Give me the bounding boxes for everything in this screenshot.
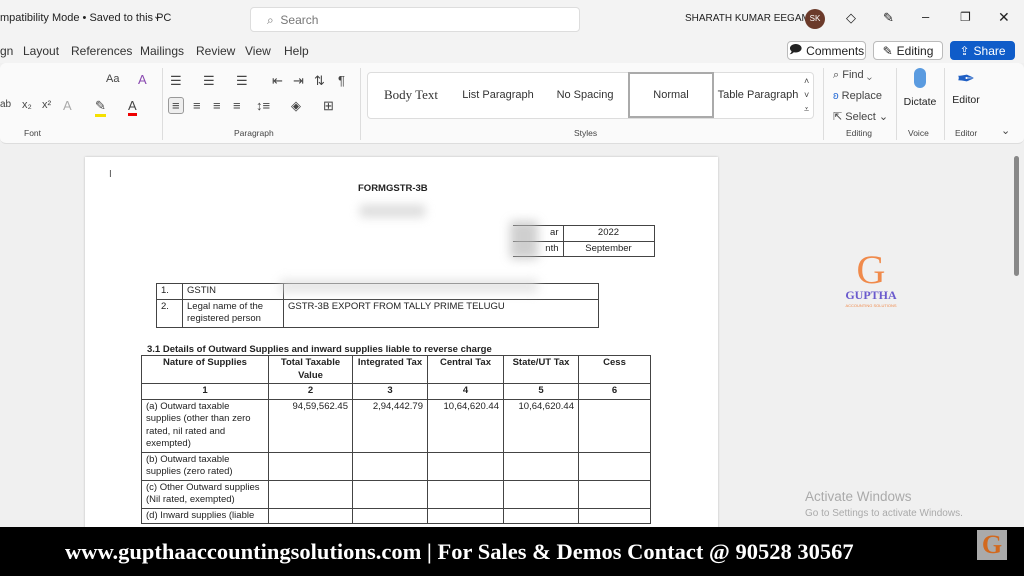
editor-pen-icon: ✒ bbox=[956, 66, 976, 91]
comment-icon: 🗩 bbox=[788, 42, 803, 56]
text-cursor: I bbox=[109, 169, 112, 180]
title-bar: mpatibility Mode • Saved to this PC ⌄ ⌕ … bbox=[0, 0, 1024, 38]
style-body-text[interactable]: Body Text bbox=[375, 72, 447, 118]
select-button[interactable]: ⇱ Select ⌄ bbox=[833, 110, 888, 123]
guptha-logo: G GUPTHA ACCOUNTING SOLUTIONS bbox=[836, 247, 906, 309]
user-name: SHARATH KUMAR EEGAM bbox=[685, 13, 810, 24]
highlight-icon[interactable]: ✎ bbox=[95, 98, 106, 117]
tab-help[interactable]: Help bbox=[284, 44, 309, 58]
style-table-paragraph[interactable]: Table Paragraph bbox=[716, 72, 800, 118]
legal-name-value: GSTR-3B EXPORT FROM TALLY PRIME TELUGU bbox=[283, 298, 599, 328]
group-editing: Editing bbox=[846, 128, 872, 138]
justify-icon[interactable]: ≡ bbox=[233, 98, 241, 113]
bullets-icon[interactable]: ☰ bbox=[170, 73, 182, 89]
editing-mode-button[interactable]: ✎ Editing bbox=[873, 41, 943, 60]
vertical-scrollbar[interactable] bbox=[1013, 150, 1021, 520]
strikethrough-icon[interactable]: ab bbox=[0, 99, 11, 110]
dictate-button[interactable]: Dictate bbox=[902, 68, 938, 108]
search-input[interactable]: ⌕ Search bbox=[250, 7, 580, 32]
promo-banner: www.gupthaaccountingsolutions.com | For … bbox=[0, 527, 1024, 576]
close-icon[interactable]: ✕ bbox=[998, 9, 1010, 26]
chevron-down-icon[interactable]: ⌄ bbox=[153, 11, 161, 22]
change-case-button[interactable]: Aa bbox=[106, 73, 119, 85]
doc-status[interactable]: mpatibility Mode • Saved to this PC bbox=[0, 12, 171, 24]
year-value: 2022 bbox=[562, 225, 655, 242]
logo-g-icon: G bbox=[856, 247, 886, 292]
logo-tagline: ACCOUNTING SOLUTIONS bbox=[845, 303, 897, 308]
shading-icon[interactable]: ◈ bbox=[291, 98, 301, 114]
table-row: (a) Outward taxable supplies (other than… bbox=[141, 398, 651, 453]
group-editor: Editor bbox=[955, 128, 978, 138]
scrollbar-thumb[interactable] bbox=[1014, 156, 1019, 276]
subscript-icon[interactable]: x₂ bbox=[22, 99, 32, 111]
minimize-icon[interactable]: – bbox=[922, 9, 929, 24]
promo-text: www.gupthaaccountingsolutions.com | For … bbox=[65, 538, 854, 564]
month-value: September bbox=[562, 240, 655, 257]
increase-indent-icon[interactable]: ⇥ bbox=[293, 73, 304, 89]
replace-button[interactable]: ʚ Replace bbox=[833, 90, 882, 102]
avatar[interactable]: SK bbox=[805, 9, 825, 29]
tab-view[interactable]: View bbox=[245, 44, 271, 58]
share-button[interactable]: ⇪ Share bbox=[950, 41, 1015, 60]
section-heading: 3.1 Details of Outward Supplies and inwa… bbox=[147, 344, 492, 355]
logo-icon: G bbox=[977, 530, 1007, 560]
styles-scroll-icon[interactable]: ˄ ˅ ⩡ bbox=[804, 74, 809, 116]
find-button[interactable]: ⌕ Find ⌄ bbox=[833, 69, 872, 82]
multilevel-list-icon[interactable]: ☰ bbox=[236, 73, 248, 89]
comments-button[interactable]: 🗩 Comments bbox=[787, 41, 866, 60]
activate-windows-subtitle: Go to Settings to activate Windows. bbox=[805, 508, 963, 519]
pencil-icon: ✎ bbox=[882, 43, 893, 58]
group-styles: Styles bbox=[574, 128, 598, 138]
search-icon: ⌕ bbox=[267, 13, 274, 27]
sort-icon[interactable]: ⇅ bbox=[314, 73, 325, 89]
share-icon: ⇪ bbox=[959, 43, 970, 58]
line-spacing-icon[interactable]: ↕≡ bbox=[256, 98, 270, 113]
clear-formatting-icon[interactable]: A bbox=[138, 72, 147, 87]
style-normal[interactable]: Normal bbox=[628, 72, 714, 118]
text-effects-icon[interactable]: A bbox=[63, 98, 72, 113]
search-icon: ⌕ bbox=[833, 69, 840, 81]
table-row: (c) Other Outward supplies (Nil rated, e… bbox=[141, 479, 651, 509]
align-right-icon[interactable]: ≡ bbox=[213, 98, 221, 113]
tab-references[interactable]: References bbox=[71, 44, 132, 58]
align-center-icon[interactable]: ≡ bbox=[193, 98, 201, 113]
activate-windows-title: Activate Windows bbox=[805, 489, 912, 504]
outward-supplies-table: Nature of Supplies Total Taxable Value Int… bbox=[141, 355, 651, 524]
form-title: FORMGSTR-3B bbox=[358, 183, 428, 194]
pen-icon[interactable]: ✎ bbox=[883, 10, 894, 26]
restore-icon[interactable]: ❐ bbox=[960, 10, 971, 24]
microphone-icon bbox=[914, 68, 926, 88]
group-voice: Voice bbox=[908, 128, 929, 138]
document-page[interactable]: I FORMGSTR-3B ar 2022 nth September 1. GSTI… bbox=[85, 157, 718, 537]
font-color-icon[interactable]: A bbox=[128, 98, 137, 116]
table-row: (d) Inward supplies (liable bbox=[141, 507, 651, 524]
logo-name: GUPTHA bbox=[845, 288, 897, 302]
superscript-icon[interactable]: x² bbox=[42, 99, 51, 111]
cursor-icon: ⇱ bbox=[833, 111, 843, 123]
diamond-icon[interactable]: ◇ bbox=[846, 10, 856, 26]
ribbon-tabs: gn Layout References Mailings Review Vie… bbox=[0, 38, 1024, 63]
group-font: Font bbox=[24, 128, 42, 138]
borders-icon[interactable]: ⊞ bbox=[323, 98, 334, 114]
align-left-icon[interactable]: ≡ bbox=[168, 97, 184, 114]
style-list-paragraph[interactable]: List Paragraph bbox=[455, 72, 541, 118]
tab-design[interactable]: gn bbox=[0, 44, 13, 58]
collapse-ribbon-icon[interactable]: ⌄ bbox=[1001, 124, 1010, 137]
group-paragraph: Paragraph bbox=[234, 128, 274, 138]
tab-layout[interactable]: Layout bbox=[23, 44, 59, 58]
pilcrow-icon[interactable]: ¶ bbox=[338, 73, 345, 88]
editor-button[interactable]: ✒ Editor bbox=[948, 66, 984, 106]
replace-icon: ʚ bbox=[833, 90, 839, 102]
decrease-indent-icon[interactable]: ⇤ bbox=[272, 73, 283, 89]
tab-mailings[interactable]: Mailings bbox=[140, 44, 184, 58]
table-row: (b) Outward taxable supplies (zero rated… bbox=[141, 451, 651, 481]
tab-review[interactable]: Review bbox=[196, 44, 235, 58]
style-no-spacing[interactable]: No Spacing bbox=[550, 72, 620, 118]
numbering-icon[interactable]: ☰ bbox=[203, 73, 215, 89]
